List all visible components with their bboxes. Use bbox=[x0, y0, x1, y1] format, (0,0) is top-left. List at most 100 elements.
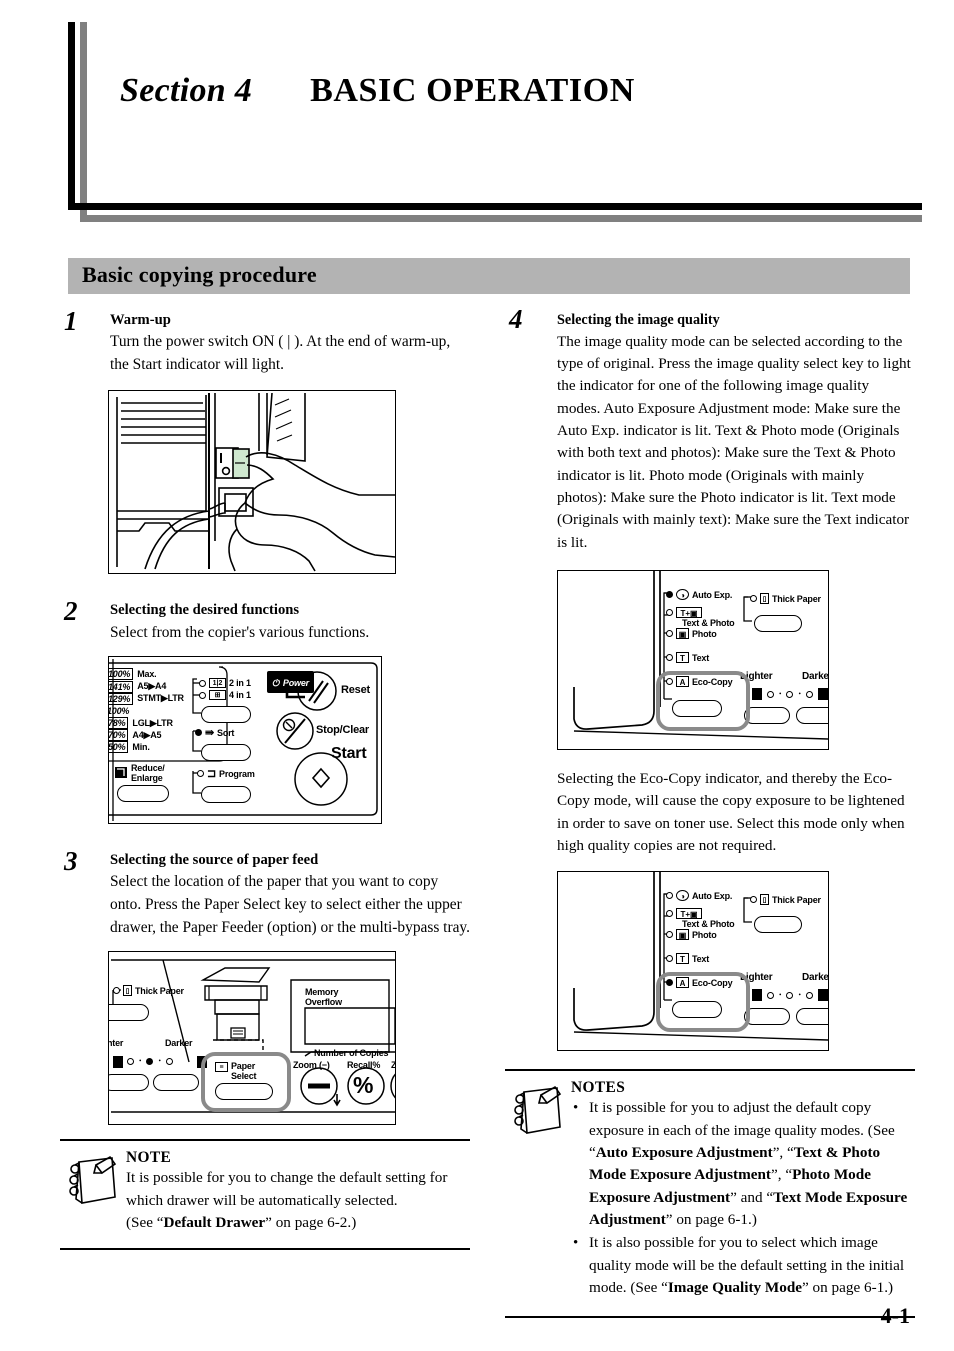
led-text-photo bbox=[666, 609, 673, 617]
exposure-led-bottom-3 bbox=[805, 991, 813, 999]
stop-clear-label: Stop/Clear bbox=[316, 724, 370, 737]
exposure-scale-bottom: • • bbox=[752, 989, 828, 1002]
paper-select-label-2: Select bbox=[231, 1070, 257, 1081]
lighter-key-top[interactable] bbox=[744, 707, 790, 725]
program-label: Program bbox=[219, 768, 255, 779]
quality-row-auto-exp-[interactable]: ◑ Auto Exp. bbox=[666, 890, 732, 902]
memory-overflow-label: Memory Overflow bbox=[305, 987, 342, 1008]
thick-paper-led bbox=[113, 987, 120, 995]
step-1-title: Warm-up bbox=[110, 312, 171, 328]
notes-block: NOTES It is possible for you to adjust t… bbox=[505, 1071, 915, 1307]
sort-key[interactable] bbox=[201, 744, 251, 762]
header-horizontal-bar-black bbox=[68, 203, 922, 210]
figure-paper-select-panel: ▯ Thick Paper hter Darker • • Memory Ove… bbox=[108, 951, 396, 1126]
led-auto-exp- bbox=[666, 591, 673, 599]
lighter-key-bottom[interactable] bbox=[744, 1008, 790, 1026]
darker-key-bottom[interactable] bbox=[796, 1008, 828, 1026]
step-3-title: Selecting the source of paper feed bbox=[110, 852, 319, 869]
combine-key[interactable] bbox=[201, 706, 251, 724]
four-in-one-icon: ⊞ bbox=[209, 690, 226, 701]
step-3-number: 3 bbox=[64, 846, 78, 877]
exposure-led-top-1 bbox=[767, 690, 774, 698]
exposure-led-1 bbox=[127, 1057, 134, 1065]
exposure-led-2 bbox=[146, 1057, 154, 1065]
sort-row: ⇛ Sort bbox=[195, 726, 234, 739]
step-1-number: 1 bbox=[64, 306, 78, 336]
led-text-photo bbox=[666, 910, 673, 918]
step-2-number: 2 bbox=[64, 596, 78, 627]
figure-image-quality-panel-top: ◑ Auto Exp. T+▣ Text & Photo ▣ Photo T Text A Eco… bbox=[557, 570, 829, 751]
quality-row-auto-exp-[interactable]: ◑ Auto Exp. bbox=[666, 589, 732, 601]
label-text: Text bbox=[692, 953, 710, 964]
program-key[interactable] bbox=[201, 786, 251, 804]
thick-paper-label: Thick Paper bbox=[135, 985, 184, 996]
exposure-led-top-2 bbox=[786, 690, 794, 698]
thick-paper-led-bottom bbox=[750, 896, 757, 904]
icon-text: T bbox=[676, 953, 689, 965]
sort-led bbox=[195, 729, 202, 737]
paper-select-icon: ≡ bbox=[215, 1062, 228, 1073]
darker-key[interactable] bbox=[153, 1074, 199, 1092]
quality-row-photo[interactable]: ▣ Photo bbox=[666, 628, 717, 640]
image-quality-key-top[interactable] bbox=[672, 700, 722, 718]
section-bar-heading: Basic copying procedure bbox=[68, 258, 910, 294]
icon-text: T bbox=[676, 652, 689, 664]
header-horizontal-bar-shadow bbox=[80, 215, 922, 222]
image-quality-key-bottom[interactable] bbox=[672, 1001, 722, 1019]
led-photo bbox=[666, 630, 673, 638]
figure-power-switch bbox=[108, 390, 396, 575]
notes-item-1: It is possible for you to adjust the def… bbox=[571, 1097, 915, 1231]
quality-row-text[interactable]: T Text bbox=[666, 953, 710, 965]
sort-icon: ⇛ bbox=[205, 727, 215, 740]
program-led bbox=[197, 770, 204, 778]
reduce-enlarge-label: Reduce/ Enlarge bbox=[131, 763, 165, 783]
two-in-one-icon: 1|2 bbox=[209, 678, 226, 689]
step-4-title: Selecting the image quality bbox=[557, 312, 720, 328]
note-line-2: (See “Default Drawer” on page 6-2.) bbox=[126, 1214, 357, 1231]
lighter-key[interactable] bbox=[109, 1074, 149, 1092]
darker-key-top[interactable] bbox=[796, 707, 828, 725]
step-3: 3 Selecting the source of paper feed Sel… bbox=[60, 846, 470, 939]
quality-row-text[interactable]: T Text bbox=[666, 652, 709, 664]
power-key[interactable]: ⏻ Power bbox=[267, 671, 314, 694]
eco-copy-description: Selecting the Eco-Copy indicator, and th… bbox=[557, 770, 905, 855]
notepad-icon-notes bbox=[514, 1086, 562, 1135]
zoom-minus-label: Zoom (−) bbox=[293, 1060, 330, 1071]
paper-select-key[interactable] bbox=[215, 1083, 273, 1101]
step-2-title: Selecting the desired functions bbox=[110, 602, 300, 619]
lighter-label: hter bbox=[108, 1038, 124, 1049]
exposure-led-bottom-1 bbox=[767, 991, 774, 999]
sort-label: Sort bbox=[217, 727, 235, 738]
thick-paper-key-top[interactable] bbox=[754, 615, 802, 633]
reset-label: Reset bbox=[341, 684, 370, 697]
darker-label-bottom: Darke bbox=[802, 972, 829, 984]
notes-title: NOTES bbox=[571, 1079, 626, 1097]
page-number: 4-1 bbox=[880, 1303, 910, 1328]
reduce-enlarge-key[interactable] bbox=[117, 785, 169, 803]
bar-heading-label: Basic copying procedure bbox=[82, 262, 317, 287]
quality-row-text-photo[interactable]: T+▣ Text & Photo bbox=[666, 908, 735, 929]
icon-text-photo: T+▣ bbox=[676, 607, 702, 619]
quality-row-text-photo[interactable]: T+▣ Text & Photo bbox=[666, 607, 735, 628]
left-column: 1 Warm-up Turn the power switch ON ( | )… bbox=[60, 306, 470, 1251]
icon-auto-exp-: ◑ bbox=[676, 589, 689, 601]
step-1: 1 Warm-up Turn the power switch ON ( | )… bbox=[60, 306, 470, 376]
right-column: 4 Selecting the image quality The image … bbox=[505, 304, 915, 1318]
zoom-plus-label: Z bbox=[391, 1060, 396, 1071]
icon-photo: ▣ bbox=[676, 929, 689, 941]
figure-function-panel: 100% Max. 141% A5▶A4 129% STMT▶LTR 100% 78% LGL▶… bbox=[108, 656, 382, 825]
exposure-led-3 bbox=[165, 1057, 173, 1065]
thick-paper-key-bottom[interactable] bbox=[754, 916, 802, 934]
icon-auto-exp-: ◑ bbox=[676, 890, 689, 902]
thick-paper-led-top bbox=[750, 595, 757, 603]
label-photo: Photo bbox=[692, 929, 717, 940]
exposure-scale: • • bbox=[127, 1057, 173, 1065]
notepad-icon bbox=[69, 1156, 117, 1205]
exposure-scale-top: • • bbox=[752, 688, 828, 701]
thick-paper-key[interactable] bbox=[109, 1004, 149, 1022]
paper-select-row: ≡ Paper Select bbox=[215, 1061, 257, 1081]
thick-paper-icon-top: ▯ bbox=[760, 593, 769, 605]
figure-image-quality-panel-bottom: ◑ Auto Exp. T+▣ Text & Photo ▣ Photo T Text A Eco… bbox=[557, 871, 829, 1052]
thick-paper-row-top: ▯ Thick Paper bbox=[750, 593, 821, 605]
quality-row-photo[interactable]: ▣ Photo bbox=[666, 929, 717, 941]
